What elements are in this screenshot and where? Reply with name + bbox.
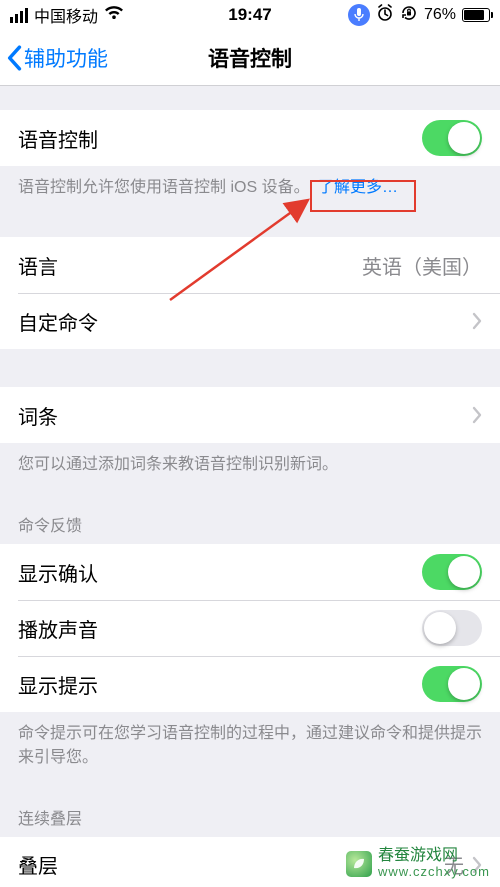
chevron-right-icon: [472, 406, 482, 424]
voice-control-label: 语音控制: [18, 124, 98, 153]
watermark-url: www.czchxy.com: [378, 864, 490, 879]
show-confirmation-cell[interactable]: 显示确认: [0, 544, 500, 600]
battery-icon: [462, 8, 490, 22]
custom-commands-label: 自定命令: [18, 307, 98, 336]
language-cell[interactable]: 语言 英语（美国）: [0, 237, 500, 293]
voice-control-footer: 语音控制允许您使用语音控制 iOS 设备。 了解更多…: [0, 166, 500, 199]
watermark: 春蚕游戏网 www.czchxy.com: [342, 846, 494, 881]
show-hints-cell[interactable]: 显示提示: [0, 656, 500, 712]
voice-control-toggle-cell[interactable]: 语音控制: [0, 110, 500, 166]
show-hints-switch[interactable]: [422, 666, 482, 702]
vocabulary-cell[interactable]: 词条: [0, 387, 500, 443]
custom-commands-cell[interactable]: 自定命令: [0, 293, 500, 349]
feedback-footer: 命令提示可在您学习语音控制的过程中，通过建议命令和提供提示来引导您。: [0, 712, 500, 768]
feedback-section-header: 命令反馈: [0, 504, 500, 544]
overlay-section-header: 连续叠层: [0, 797, 500, 837]
play-sound-label: 播放声音: [18, 614, 98, 643]
annotation-highlight-box: [310, 180, 416, 212]
chevron-left-icon: [6, 45, 22, 71]
back-label: 辅助功能: [24, 43, 108, 73]
chevron-right-icon: [472, 312, 482, 330]
page-title: 语音控制: [208, 43, 292, 73]
watermark-logo-icon: [346, 851, 372, 877]
settings-content: 语音控制 语音控制允许您使用语音控制 iOS 设备。 了解更多… 语言 英语（美…: [0, 86, 500, 887]
show-hints-label: 显示提示: [18, 670, 98, 699]
play-sound-cell[interactable]: 播放声音: [0, 600, 500, 656]
show-confirmation-label: 显示确认: [18, 558, 98, 587]
voice-control-switch[interactable]: [422, 120, 482, 156]
back-button[interactable]: 辅助功能: [6, 43, 108, 73]
watermark-name: 春蚕游戏网: [378, 848, 490, 864]
clock-label: 19:47: [0, 5, 500, 25]
play-sound-switch[interactable]: [422, 610, 482, 646]
vocabulary-label: 词条: [18, 401, 58, 430]
overlay-label: 叠层: [18, 850, 58, 879]
show-confirmation-switch[interactable]: [422, 554, 482, 590]
language-value: 英语（美国）: [362, 251, 482, 280]
nav-header: 辅助功能 语音控制: [0, 30, 500, 86]
vocabulary-footer: 您可以通过添加词条来教语音控制识别新词。: [0, 443, 500, 476]
language-label: 语言: [18, 251, 58, 280]
voice-control-footer-text: 语音控制允许您使用语音控制 iOS 设备。: [18, 179, 310, 196]
status-bar: 中国移动 19:47 76%: [0, 0, 500, 30]
